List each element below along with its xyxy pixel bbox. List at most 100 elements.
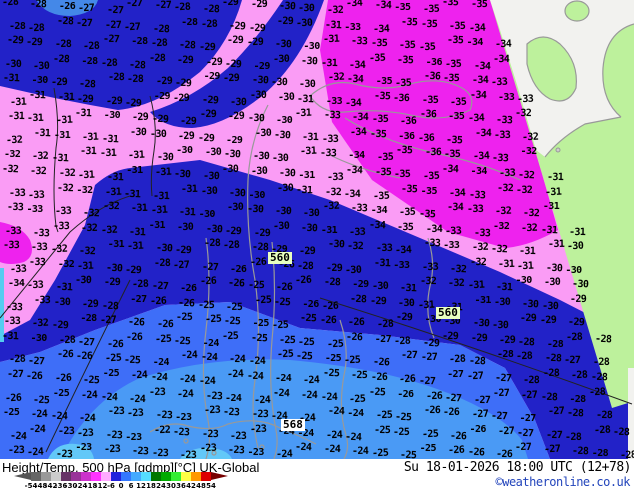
temp-value: -34 [345,97,362,110]
copyright-link[interactable]: ©weatheronline.co.uk [496,475,631,489]
temp-value: -25 [176,312,193,324]
temp-value: -27 [172,259,190,272]
temp-value: -23 [7,445,25,457]
temp-value: -32 [102,200,120,213]
temp-value: -26 [495,449,513,459]
temp-value: -31 [126,164,143,176]
temp-value: -25 [296,351,313,363]
temp-value: -35 [371,114,389,126]
temp-value: -35 [421,94,438,106]
temp-value: -25 [252,318,270,330]
temp-value: -32 [493,220,510,232]
temp-value: -25 [344,355,361,367]
temp-value: -23 [148,386,166,398]
temp-value: -28 [376,318,394,331]
temp-value: -24 [274,373,292,384]
temp-value: -36 [399,115,417,128]
temp-value: -23 [107,405,125,418]
temp-value: -30 [277,91,295,104]
temp-value: -34 [8,278,25,290]
temp-value: -31 [519,245,536,258]
temp-value: -29 [224,58,242,70]
legend-color-block [131,472,141,481]
temp-value: -31 [34,127,51,140]
temp-value: -29 [174,77,192,90]
temp-value: -32 [521,222,538,234]
temp-value: -27 [547,405,565,418]
temp-value: -34 [374,0,392,12]
temp-value: -28 [178,39,196,52]
temp-value: -34 [470,165,488,177]
temp-value: -33 [325,95,343,107]
temp-value: -36 [419,109,437,121]
temp-value: -32 [81,222,98,234]
temp-value: -35 [397,54,414,66]
temp-value: -29 [246,36,264,49]
temp-value: -33 [344,21,361,33]
temp-value: -29 [253,60,271,72]
temp-value: -33 [498,91,515,103]
temp-value: -30 [229,96,247,108]
temp-value: -31 [181,183,198,195]
temp-value: -25 [400,449,417,459]
temp-value: -28 [148,52,166,64]
temp-value: -35 [397,221,414,233]
temp-value: -24 [272,387,290,399]
temp-value: -23 [201,428,218,440]
temp-value: -32 [469,256,486,268]
temp-value: -32 [76,184,93,196]
temp-value: -34 [345,0,363,10]
temp-value: -27 [102,33,120,46]
temp-value: -31 [300,145,317,158]
temp-value: -25 [173,335,191,348]
legend-tick-label: -6 [107,482,115,490]
temp-value: -28 [131,278,149,291]
temp-value: -26 [177,297,195,310]
temp-value: -31 [129,226,146,238]
temp-value: -33 [6,201,24,214]
valid-datetime: Su 18-01-2026 18:00 UTC (12+78) [403,460,632,475]
temp-value: -31 [547,238,565,251]
temp-value: -29 [199,109,216,121]
legend-color-block [61,472,71,481]
temp-value: -24 [29,423,46,435]
temp-value: -35 [448,111,465,123]
temp-value: -26 [295,274,312,287]
temp-value: -29 [422,337,440,350]
temp-value: -25 [52,387,70,399]
temp-value: -24 [150,371,168,384]
temp-value: -30 [53,296,71,308]
legend-color-block [191,472,201,481]
temp-value: -23 [180,450,197,459]
temp-value: -33 [351,35,368,48]
temp-value: -26 [467,446,485,459]
temp-value: -31 [80,146,97,158]
temp-value: -26 [346,331,363,344]
temp-value: -28 [567,407,584,420]
temp-value: -33 [33,227,51,240]
temp-value: -33 [3,316,21,328]
temp-value: -25 [273,296,291,309]
temp-value: -26 [447,444,465,457]
temp-value: -33 [323,109,341,122]
temp-value: -26 [4,392,22,404]
temp-value: -25 [154,333,172,346]
temp-value: -27 [471,408,489,421]
temp-value: -25 [371,447,389,459]
temp-value: -33 [54,205,72,218]
temp-value: -25 [421,428,439,441]
temp-value: -34 [471,75,488,87]
temp-value: -27 [130,293,147,305]
temp-value: -26 [156,319,174,331]
temp-value: -28 [58,334,76,347]
temp-value: -33 [468,189,486,201]
temp-value: -30 [198,209,216,221]
temp-value: -24 [79,412,96,425]
temp-value: -28 [202,3,220,16]
temp-value: -30 [226,201,244,214]
temp-value: -35 [420,185,438,197]
legend-arrow-left [14,472,31,480]
temp-value: -29 [248,22,265,34]
temp-value: -35 [445,134,463,147]
temp-value: -23 [105,429,123,441]
